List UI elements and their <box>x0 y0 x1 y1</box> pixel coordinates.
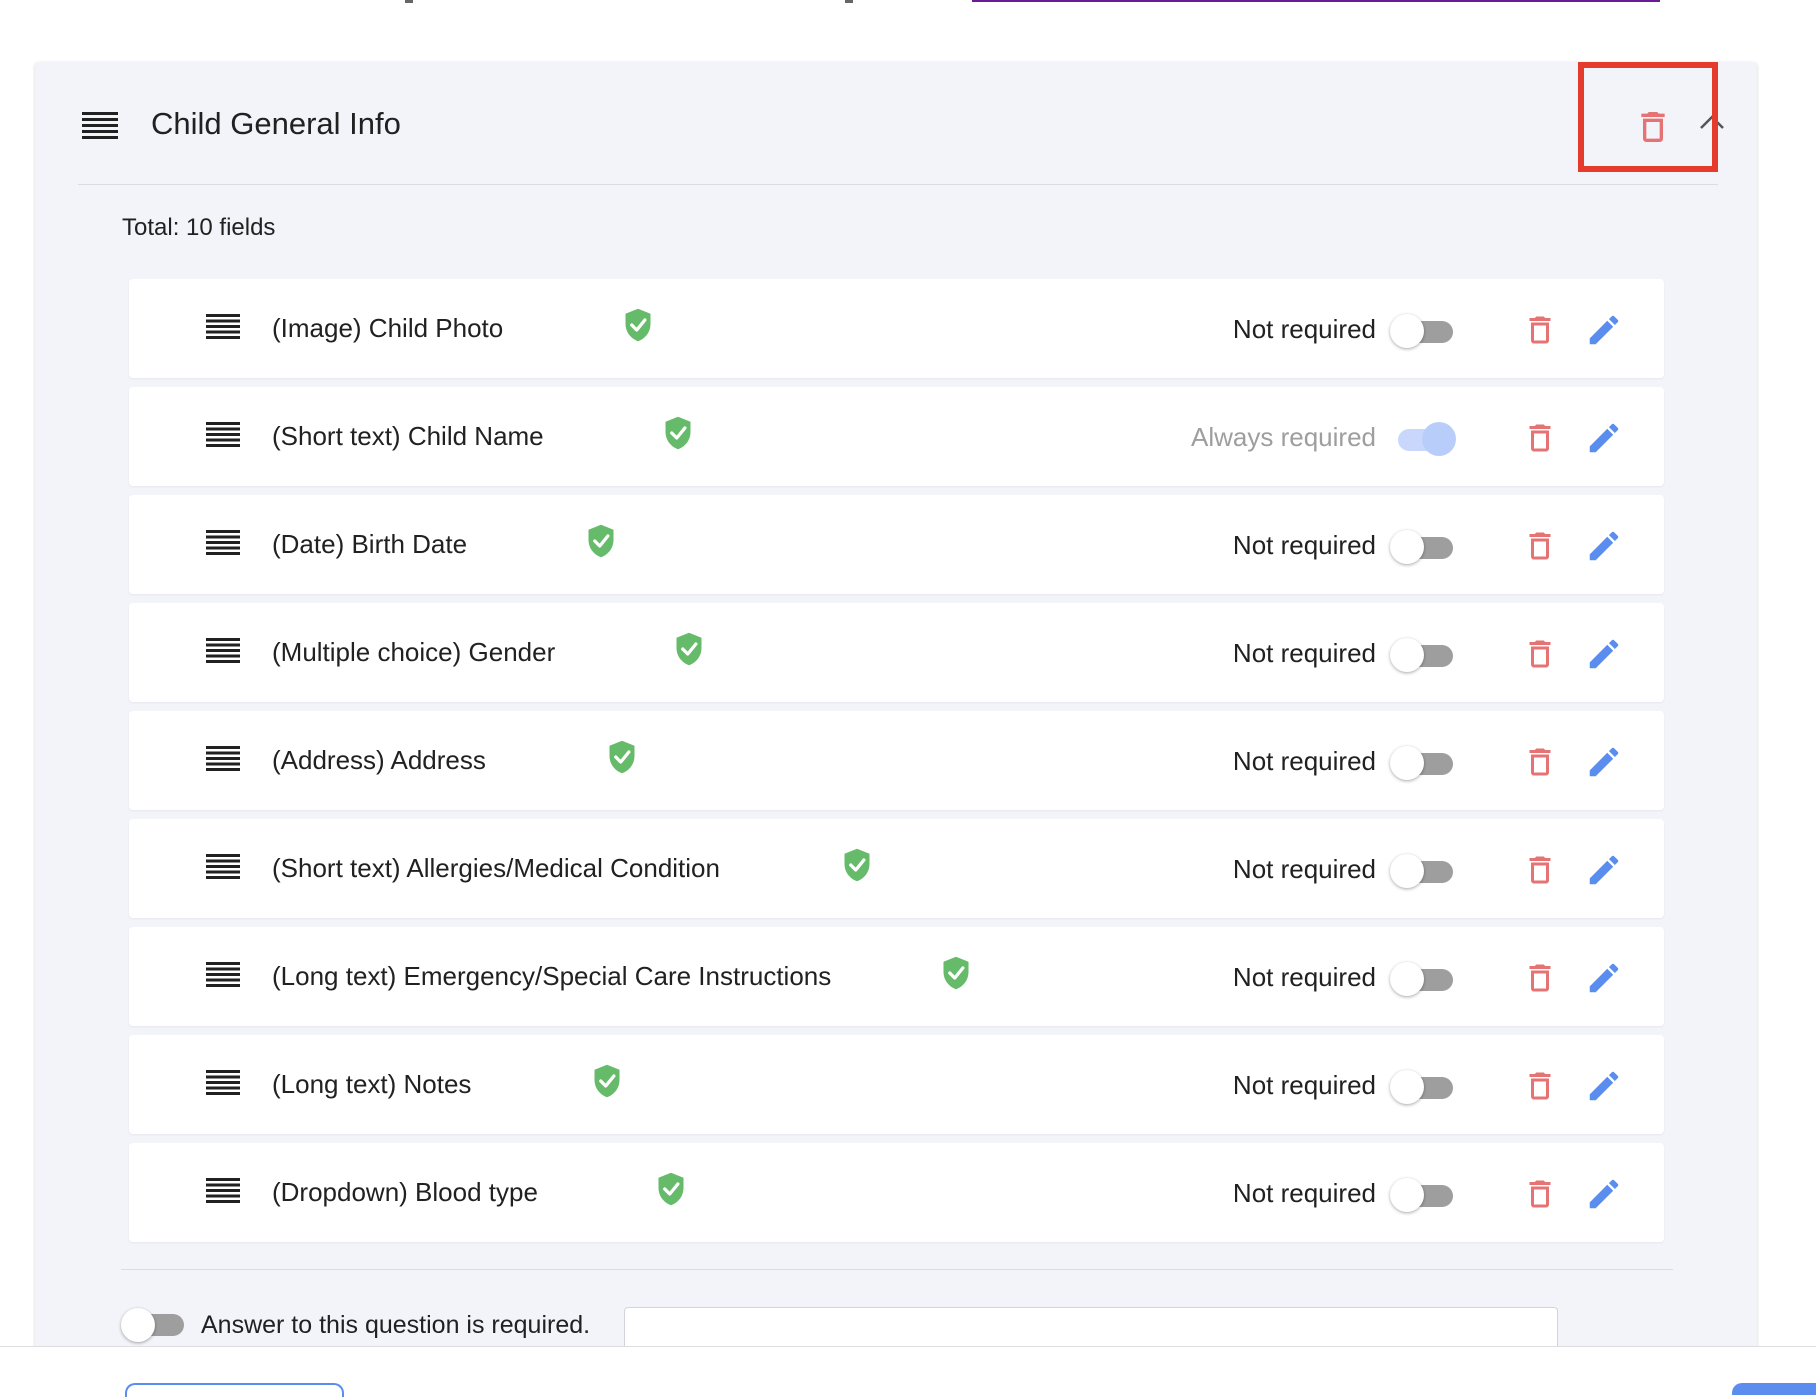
required-toggle <box>1390 422 1456 456</box>
edit-pencil-icon[interactable] <box>1585 743 1623 781</box>
field-row: (Date) Birth Date Not required <box>129 495 1664 594</box>
clipped-link-underline[interactable] <box>972 0 1660 2</box>
section-title: Child General Info <box>151 106 401 141</box>
required-toggle[interactable] <box>1390 638 1456 672</box>
header-divider <box>78 184 1718 185</box>
verified-shield-icon <box>676 632 702 666</box>
field-label: (Long text) Emergency/Special Care Instr… <box>272 961 832 991</box>
section-card: Child General Info Total: 10 fields (Ima… <box>35 62 1757 1369</box>
drag-handle-icon[interactable] <box>206 530 240 556</box>
delete-field-trash-icon[interactable] <box>1522 743 1558 781</box>
top-overflow-text <box>0 0 1816 12</box>
required-status-label: Not required <box>1232 638 1376 668</box>
field-row: (Short text) Allergies/Medical Condition… <box>129 819 1664 918</box>
delete-field-trash-icon[interactable] <box>1522 419 1558 457</box>
drag-handle-icon[interactable] <box>206 1178 240 1204</box>
required-status-label: Not required <box>1232 1178 1376 1208</box>
verified-shield-icon <box>658 1172 684 1206</box>
field-label: (Short text) Allergies/Medical Condition <box>272 853 720 883</box>
required-status-label: Always required <box>1191 422 1376 452</box>
drag-handle-icon[interactable] <box>206 854 240 880</box>
field-label: (Short text) Child Name <box>272 421 544 451</box>
verified-shield-icon <box>588 524 614 558</box>
required-status-label: Not required <box>1232 854 1376 884</box>
total-fields-count: Total: 10 fields <box>122 214 276 241</box>
field-label: (Image) Child Photo <box>272 313 504 343</box>
field-label: (Long text) Notes <box>272 1069 472 1099</box>
field-label: (Multiple choice) Gender <box>272 637 556 667</box>
required-status-label: Not required <box>1232 1070 1376 1100</box>
field-label: (Date) Birth Date <box>272 529 468 559</box>
drag-handle-icon[interactable] <box>82 112 118 140</box>
section-header: Child General Info <box>35 62 1757 184</box>
edit-pencil-icon[interactable] <box>1585 419 1623 457</box>
required-status-label: Not required <box>1232 530 1376 560</box>
primary-button[interactable] <box>1732 1383 1816 1395</box>
field-row: (Long text) Notes Not required <box>129 1035 1664 1134</box>
verified-shield-icon <box>625 308 651 342</box>
required-status-label: Not required <box>1232 746 1376 776</box>
clipped-text-fragment <box>845 0 853 3</box>
question-required-toggle[interactable] <box>121 1308 187 1342</box>
drag-handle-icon[interactable] <box>206 746 240 772</box>
required-toggle[interactable] <box>1390 530 1456 564</box>
required-status-label: Not required <box>1232 962 1376 992</box>
drag-handle-icon[interactable] <box>206 962 240 988</box>
bottom-divider <box>121 1269 1673 1270</box>
clipped-text-fragment <box>405 0 413 3</box>
required-toggle[interactable] <box>1390 962 1456 996</box>
edit-pencil-icon[interactable] <box>1585 1067 1623 1105</box>
required-toggle[interactable] <box>1390 1178 1456 1212</box>
verified-shield-icon <box>665 416 691 450</box>
highlight-annotation-box <box>1578 62 1718 172</box>
field-row: (Long text) Emergency/Special Care Instr… <box>129 927 1664 1026</box>
field-row: (Address) Address Not required <box>129 711 1664 810</box>
question-required-label: Answer to this question is required. <box>201 1311 591 1339</box>
delete-field-trash-icon[interactable] <box>1522 1175 1558 1213</box>
delete-field-trash-icon[interactable] <box>1522 959 1558 997</box>
delete-field-trash-icon[interactable] <box>1522 311 1558 349</box>
field-row: (Image) Child Photo Not required <box>129 279 1664 378</box>
required-toggle[interactable] <box>1390 746 1456 780</box>
drag-handle-icon[interactable] <box>206 422 240 448</box>
field-row: (Multiple choice) Gender Not required <box>129 603 1664 702</box>
field-row: (Dropdown) Blood type Not required <box>129 1143 1664 1242</box>
verified-shield-icon <box>594 1064 620 1098</box>
edit-pencil-icon[interactable] <box>1585 527 1623 565</box>
delete-field-trash-icon[interactable] <box>1522 851 1558 889</box>
drag-handle-icon[interactable] <box>206 1070 240 1096</box>
required-status-label: Not required <box>1232 314 1376 344</box>
edit-pencil-icon[interactable] <box>1585 311 1623 349</box>
verified-shield-icon <box>609 740 635 774</box>
field-label: (Dropdown) Blood type <box>272 1177 538 1207</box>
required-toggle[interactable] <box>1390 1070 1456 1104</box>
edit-pencil-icon[interactable] <box>1585 1175 1623 1213</box>
edit-pencil-icon[interactable] <box>1585 851 1623 889</box>
verified-shield-icon <box>943 956 969 990</box>
required-toggle[interactable] <box>1390 854 1456 888</box>
edit-pencil-icon[interactable] <box>1585 635 1623 673</box>
bottom-action-bar <box>0 1346 1816 1397</box>
verified-shield-icon <box>844 848 870 882</box>
edit-pencil-icon[interactable] <box>1585 959 1623 997</box>
field-row: (Short text) Child Name Always required <box>129 387 1664 486</box>
secondary-button[interactable] <box>125 1383 344 1397</box>
drag-handle-icon[interactable] <box>206 638 240 664</box>
delete-field-trash-icon[interactable] <box>1522 635 1558 673</box>
drag-handle-icon[interactable] <box>206 314 240 340</box>
delete-field-trash-icon[interactable] <box>1522 1067 1558 1105</box>
delete-field-trash-icon[interactable] <box>1522 527 1558 565</box>
required-toggle[interactable] <box>1390 314 1456 348</box>
field-label: (Address) Address <box>272 745 486 775</box>
